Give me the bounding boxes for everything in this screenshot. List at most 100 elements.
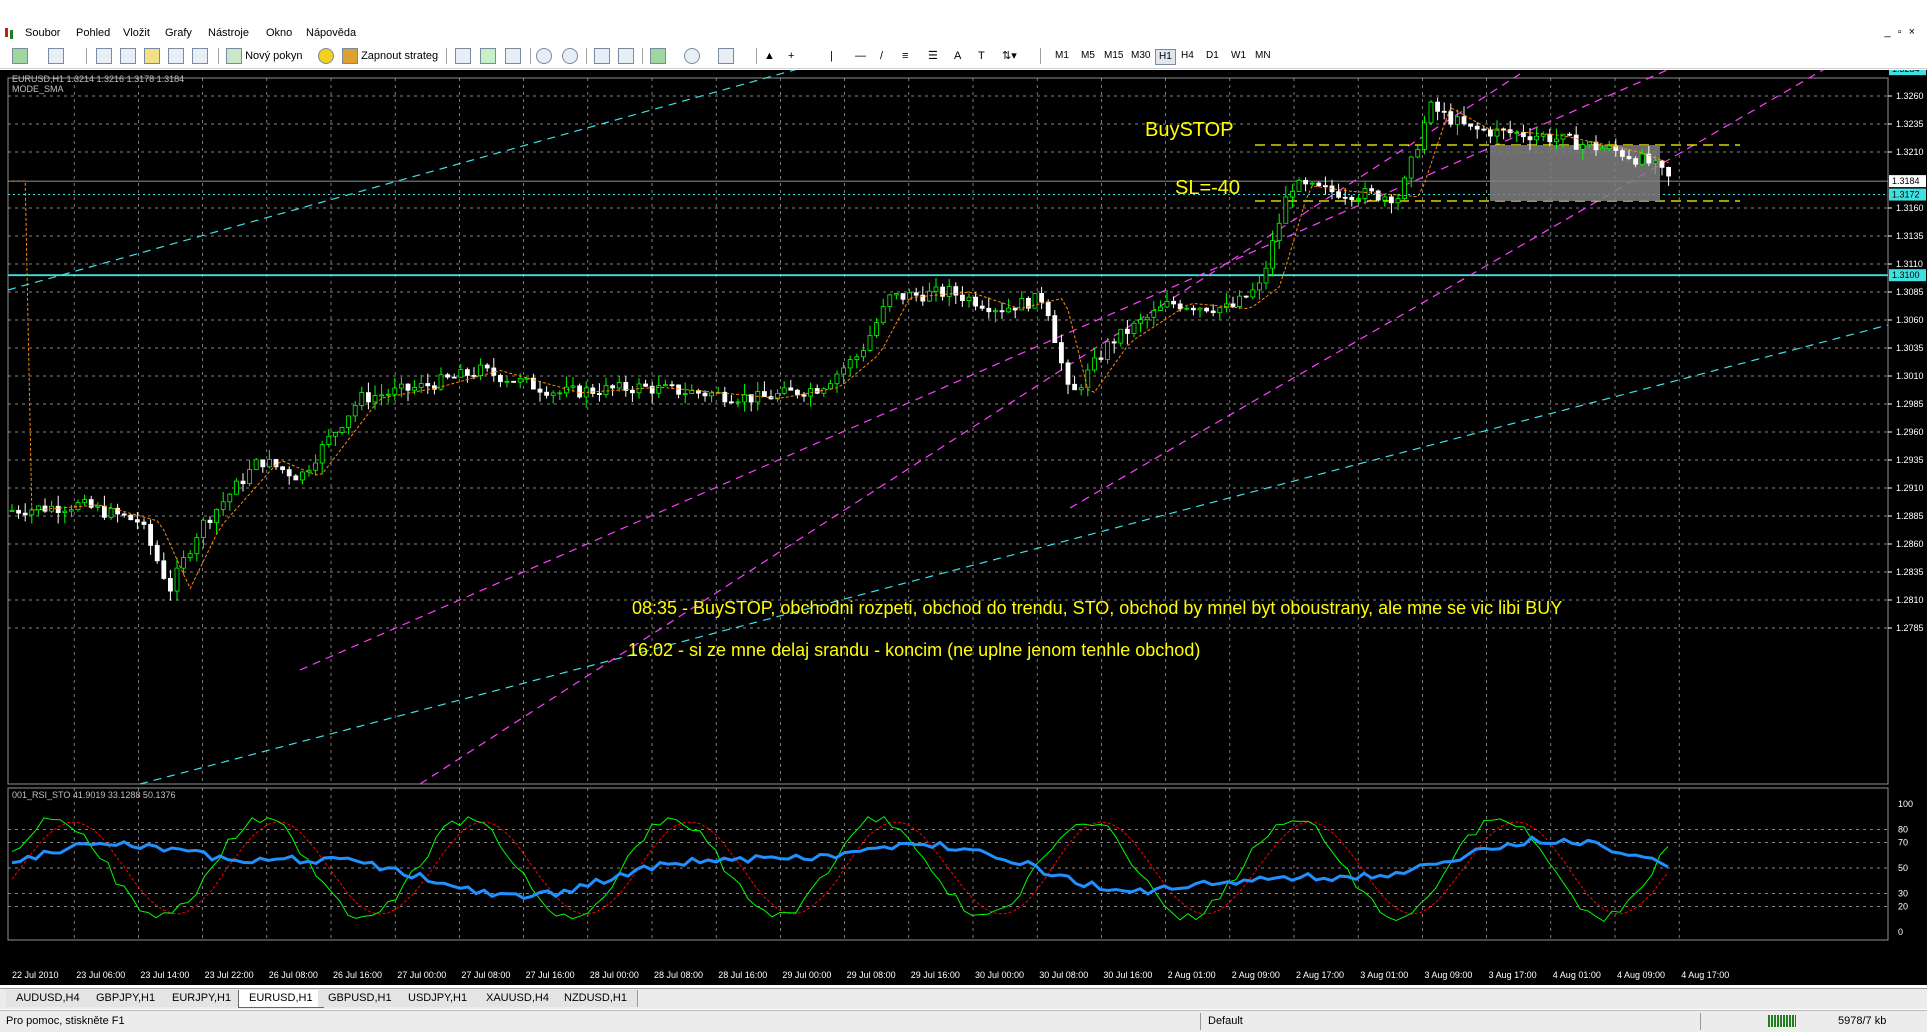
- tab-audusd-h4[interactable]: AUDUSD,H4: [6, 990, 91, 1007]
- chart-shift-icon[interactable]: [618, 48, 634, 65]
- fibo-icon[interactable]: ☰: [928, 48, 938, 64]
- zoom-in-icon[interactable]: [536, 48, 552, 65]
- candle-body: [9, 509, 15, 512]
- candle-body: [590, 387, 596, 394]
- note-annotation-2[interactable]: 16:02 - si ze mne delaj srandu - koncim …: [628, 640, 1200, 660]
- menu-view[interactable]: Pohled: [76, 27, 110, 39]
- menu-tools[interactable]: Nástroje: [208, 27, 249, 39]
- candle-body: [1012, 307, 1018, 311]
- channel-icon[interactable]: ≡: [902, 48, 908, 64]
- candle-body: [894, 293, 899, 296]
- timeframe-mn[interactable]: MN: [1252, 49, 1274, 63]
- timeframe-h1[interactable]: H1: [1155, 49, 1176, 65]
- candle-body: [1488, 129, 1493, 137]
- time-tick-label: 27 Jul 16:00: [526, 970, 575, 980]
- candle-body: [102, 505, 107, 518]
- expert-advisors-icon[interactable]: [318, 48, 334, 65]
- tab-eurjpy-h1[interactable]: EURJPY,H1: [162, 990, 243, 1007]
- candlestick-icon[interactable]: [480, 48, 496, 65]
- candle-body: [814, 388, 820, 394]
- menu-file[interactable]: Soubor: [25, 27, 60, 39]
- chart-tabs: AUDUSD,H4 GBPJPY,H1 EURJPY,H1 EURUSD,H1 …: [0, 988, 1927, 1009]
- candle-body: [425, 383, 431, 387]
- candle-body: [1455, 116, 1460, 125]
- label-icon[interactable]: T: [978, 48, 985, 64]
- time-tick-label: 27 Jul 00:00: [397, 970, 446, 980]
- navigator-icon[interactable]: [144, 48, 160, 65]
- menu-help[interactable]: Nápověda: [306, 27, 356, 39]
- candle-body: [339, 427, 345, 433]
- autoscroll-icon[interactable]: [594, 48, 610, 65]
- candle-body: [1540, 133, 1546, 137]
- tab-eurusd-h1[interactable]: EURUSD,H1: [238, 990, 324, 1008]
- chart-window[interactable]: 22 Jul 2010 23 Jul 06:00 23 Jul 14:00 23 Ju…: [0, 70, 1927, 985]
- tab-gbpusd-h1[interactable]: GBPUSD,H1: [318, 990, 403, 1007]
- candle-body: [359, 392, 365, 406]
- window-controls[interactable]: _ ▫ ×: [1884, 26, 1917, 38]
- timeframe-m15[interactable]: M15: [1101, 49, 1126, 63]
- price-tick-label: 1.3035: [1896, 343, 1924, 353]
- candle-body: [227, 493, 233, 503]
- candle-body: [1138, 319, 1143, 324]
- menu-charts[interactable]: Grafy: [165, 27, 192, 39]
- terminal-icon[interactable]: [168, 48, 184, 65]
- candle-body: [1250, 289, 1256, 298]
- candle-body: [379, 394, 385, 397]
- candle-body: [656, 385, 662, 394]
- candle-body: [1303, 179, 1308, 185]
- market-watch-icon[interactable]: [96, 48, 112, 65]
- candle-body: [1587, 141, 1592, 145]
- cursor-icon[interactable]: ▲: [764, 48, 775, 64]
- sl-annotation[interactable]: SL=-40: [1175, 177, 1240, 199]
- periods-icon[interactable]: [684, 48, 700, 65]
- new-order-button[interactable]: Nový pokyn: [226, 48, 303, 65]
- note-annotation-1[interactable]: 08:35 - BuySTOP, obchodni rozpeti, obcho…: [632, 598, 1562, 618]
- candle-body: [82, 499, 87, 504]
- trendline-icon[interactable]: /: [880, 48, 883, 64]
- horizontal-line-icon[interactable]: —: [855, 48, 866, 64]
- tab-usdjpy-h1[interactable]: USDJPY,H1: [398, 990, 479, 1007]
- menu-insert[interactable]: Vložit: [123, 27, 150, 39]
- chart-canvas[interactable]: 22 Jul 2010 23 Jul 06:00 23 Jul 14:00 23 Ju…: [0, 70, 1927, 985]
- bar-chart-icon[interactable]: [455, 48, 471, 65]
- tab-gbpjpy-h1[interactable]: GBPJPY,H1: [86, 990, 167, 1007]
- crosshair-icon[interactable]: +: [788, 48, 794, 64]
- candle-body: [1065, 362, 1071, 385]
- status-profile: Default: [1208, 1015, 1243, 1027]
- osc-tick-label: 80: [1898, 825, 1908, 835]
- timeframe-m30[interactable]: M30: [1128, 49, 1153, 63]
- line-chart-icon[interactable]: [505, 48, 521, 65]
- timeframe-d1[interactable]: D1: [1203, 49, 1222, 63]
- time-tick-label: 28 Jul 00:00: [590, 970, 639, 980]
- osc-plot-frame: [7, 787, 1889, 941]
- data-window-icon[interactable]: [120, 48, 136, 65]
- time-tick-label: 29 Jul 16:00: [911, 970, 960, 980]
- vertical-line-icon[interactable]: |: [830, 48, 833, 64]
- candle-body: [1389, 196, 1394, 204]
- text-icon[interactable]: A: [954, 48, 961, 64]
- price-tick-label: 1.2910: [1896, 483, 1924, 493]
- new-chart-icon[interactable]: [12, 48, 28, 65]
- candle-body: [1184, 307, 1190, 310]
- tab-xauusd-h4[interactable]: XAUUSD,H4: [476, 990, 560, 1007]
- candle-body: [517, 378, 523, 383]
- strategy-toggle-button[interactable]: Zapnout strateg: [342, 48, 438, 65]
- candle-body: [1158, 306, 1163, 311]
- price-tick-label: 1.2960: [1896, 427, 1924, 437]
- candle-body: [1151, 310, 1157, 318]
- timeframe-m5[interactable]: M5: [1078, 49, 1098, 63]
- arrows-icon[interactable]: ⇅▾: [1002, 48, 1017, 64]
- timeframe-w1[interactable]: W1: [1228, 49, 1249, 63]
- zoom-out-icon[interactable]: [562, 48, 578, 65]
- candle-body: [1323, 185, 1328, 188]
- tester-icon[interactable]: [192, 48, 208, 65]
- candle-body: [1573, 134, 1579, 150]
- indicators-icon[interactable]: [650, 48, 666, 65]
- tab-nzdusd-h1[interactable]: NZDUSD,H1: [554, 990, 638, 1007]
- templates-icon[interactable]: [718, 48, 734, 65]
- menu-window[interactable]: Okno: [266, 27, 292, 39]
- profiles-icon[interactable]: [48, 48, 64, 65]
- buystop-annotation[interactable]: BuySTOP: [1145, 119, 1234, 141]
- timeframe-m1[interactable]: M1: [1052, 49, 1072, 63]
- timeframe-h4[interactable]: H4: [1178, 49, 1197, 63]
